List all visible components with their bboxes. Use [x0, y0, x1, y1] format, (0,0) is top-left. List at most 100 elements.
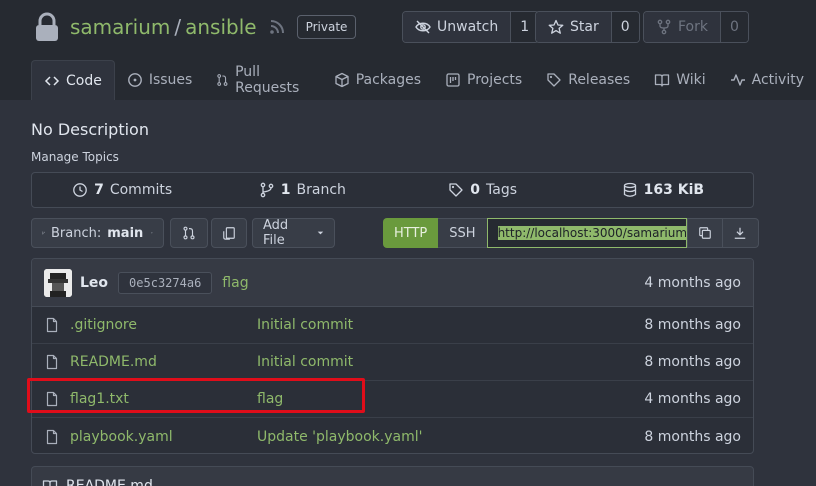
commits-count: 7	[94, 182, 104, 198]
tab-activity[interactable]: Activity	[718, 60, 816, 100]
branch-icon	[42, 231, 45, 235]
branch-icon	[260, 182, 274, 198]
manage-topics-link[interactable]: Manage Topics	[31, 150, 119, 164]
pull-request-icon	[217, 74, 228, 86]
branches-count: 1	[280, 182, 291, 198]
copy-icon	[698, 227, 711, 239]
readme-title[interactable]: README.md	[66, 478, 153, 486]
caret-down-icon	[151, 232, 153, 234]
tab-releases-label: Releases	[568, 72, 631, 88]
star-count[interactable]: 0	[610, 12, 639, 42]
branch-selector[interactable]: Branch: main	[31, 218, 164, 248]
tab-issues-label: Issues	[148, 72, 193, 88]
compare-icon	[183, 226, 195, 240]
download-icon	[734, 227, 746, 239]
file-age: 8 months ago	[644, 354, 741, 370]
latest-commit-row: Leo 0e5c3274a6 flag 4 months ago	[32, 259, 753, 307]
clone-ssh-button[interactable]: SSH	[438, 218, 487, 248]
file-commit-message-link[interactable]: Update 'playbook.yaml'	[257, 429, 422, 445]
download-button[interactable]	[722, 218, 759, 248]
unwatch-group: Unwatch 1	[402, 11, 540, 43]
tab-issues[interactable]: Issues	[115, 60, 205, 100]
tab-projects[interactable]: Projects	[433, 60, 534, 100]
tab-wiki[interactable]: Wiki	[642, 60, 717, 100]
tab-activity-label: Activity	[751, 72, 804, 88]
pulse-icon	[730, 74, 745, 86]
copy-url-button[interactable]	[686, 218, 723, 248]
commit-author[interactable]: Leo	[80, 275, 108, 291]
branches-label: Branch	[296, 182, 346, 198]
commits-label: Commits	[109, 182, 173, 198]
repo-name-link[interactable]: ansible	[185, 15, 256, 39]
file-row: playbook.yaml Update 'playbook.yaml' 8 m…	[32, 418, 753, 453]
readme-header: README.md	[31, 466, 754, 486]
repo-tabs: Code Issues Pull Requests Packages Proje…	[31, 60, 816, 100]
add-file-label: Add File	[263, 218, 289, 248]
file-row: README.md Initial commit 8 months ago	[32, 344, 753, 381]
fork-group: Fork 0	[643, 11, 749, 43]
repo-size: 163 KiB	[643, 182, 705, 198]
tab-pull-requests[interactable]: Pull Requests	[204, 60, 321, 100]
fork-count[interactable]: 0	[719, 12, 748, 42]
fork-label: Fork	[678, 19, 708, 35]
rss-icon[interactable]	[269, 19, 285, 35]
file-commit-message-link[interactable]: Initial commit	[257, 317, 353, 333]
caret-down-icon	[317, 231, 324, 235]
commits-stat[interactable]: 7 Commits	[32, 173, 212, 207]
repo-separator: /	[174, 15, 182, 39]
project-icon	[446, 73, 460, 87]
tab-code-label: Code	[66, 72, 102, 89]
star-label: Star	[570, 19, 599, 35]
repo-title: samarium / ansible Private	[34, 10, 357, 44]
tags-label: Tags	[486, 182, 517, 198]
file-name-link[interactable]: playbook.yaml	[70, 429, 257, 445]
tab-releases[interactable]: Releases	[534, 60, 642, 100]
fork-button[interactable]: Fork	[644, 12, 720, 42]
unwatch-label: Unwatch	[437, 19, 499, 35]
compare-button[interactable]	[170, 218, 208, 248]
file-list: Leo 0e5c3274a6 flag 4 months ago .gitign…	[31, 258, 754, 454]
avatar[interactable]	[44, 268, 72, 297]
unwatch-button[interactable]: Unwatch	[403, 12, 511, 42]
file-age: 4 months ago	[644, 391, 741, 407]
history-icon	[73, 183, 87, 197]
star-icon	[548, 19, 564, 34]
file-age: 8 months ago	[644, 428, 741, 445]
repo-stats-bar: 7 Commits 1 Branch 0 Tags 163 KiB	[31, 172, 754, 208]
fork-icon	[657, 19, 671, 35]
tab-code[interactable]: Code	[31, 60, 115, 100]
tab-wiki-label: Wiki	[676, 72, 706, 88]
file-history-icon	[223, 227, 235, 240]
branch-name: main	[107, 225, 144, 241]
commit-sha-link[interactable]: 0e5c3274a6	[118, 271, 213, 294]
file-row: .gitignore Initial commit 8 months ago	[32, 307, 753, 344]
tags-count: 0	[470, 182, 480, 198]
commit-age: 4 months ago	[644, 274, 741, 291]
star-group: Star 0	[535, 11, 640, 43]
visibility-badge: Private	[296, 15, 357, 39]
branches-stat[interactable]: 1 Branch	[212, 173, 392, 207]
tab-pull-requests-label: Pull Requests	[235, 64, 300, 96]
eye-slash-icon	[415, 20, 431, 34]
tab-packages-label: Packages	[355, 72, 422, 88]
history-button[interactable]	[211, 218, 247, 248]
book-icon	[42, 480, 58, 486]
tags-stat[interactable]: 0 Tags	[393, 173, 573, 207]
file-name-link[interactable]: README.md	[70, 354, 257, 370]
repo-owner-link[interactable]: samarium	[70, 15, 170, 39]
add-file-dropdown[interactable]: Add File	[252, 218, 335, 248]
file-commit-message-link[interactable]: Initial commit	[257, 354, 353, 370]
commit-message-link[interactable]: flag	[222, 275, 248, 291]
star-button[interactable]: Star	[536, 12, 611, 42]
file-icon	[46, 317, 58, 333]
package-icon	[335, 72, 349, 88]
file-age: 8 months ago	[644, 317, 741, 333]
tab-packages[interactable]: Packages	[322, 60, 433, 100]
file-icon	[46, 354, 58, 370]
tag-icon	[547, 73, 561, 87]
clone-url-input[interactable]: http://localhost:3000/samarium/	[486, 218, 687, 248]
database-icon	[623, 182, 636, 197]
clone-http-button[interactable]: HTTP	[383, 218, 439, 248]
clone-panel: HTTP SSH http://localhost:3000/samarium/	[383, 218, 759, 248]
file-name-link[interactable]: .gitignore	[70, 317, 257, 333]
